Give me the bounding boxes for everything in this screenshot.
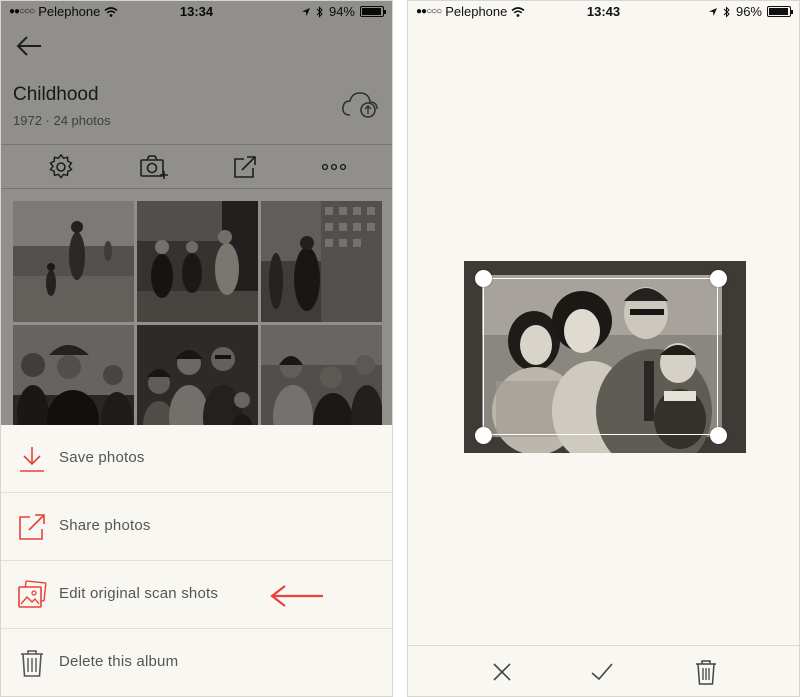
trash-icon[interactable]: [693, 659, 719, 685]
trash-icon: [21, 650, 43, 677]
battery-fill: [769, 8, 789, 15]
crop-handle-top-left[interactable]: [475, 270, 492, 287]
share-photos-label: Share photos: [59, 517, 151, 534]
edit-bottom-bar: [408, 645, 799, 696]
right-phone-screen: ●●○○○ Pelephone 13:43 96%: [407, 0, 800, 697]
edit-original-scan-shots-label: Edit original scan shots: [59, 585, 219, 602]
crop-handle-top-right[interactable]: [710, 270, 727, 287]
battery-icon: [767, 6, 793, 17]
crop-handle-bottom-right[interactable]: [710, 427, 727, 444]
check-icon[interactable]: [589, 659, 615, 685]
share-photos-option[interactable]: Share photos: [1, 493, 392, 561]
edit-original-scan-shots-option[interactable]: Edit original scan shots: [1, 561, 392, 629]
close-icon[interactable]: [489, 659, 515, 685]
download-icon: [20, 447, 44, 472]
share-icon: [19, 514, 45, 540]
annotation-arrow-icon: [270, 585, 323, 607]
delete-album-option[interactable]: Delete this album: [1, 629, 392, 696]
save-photos-option[interactable]: Save photos: [1, 425, 392, 493]
bluetooth-icon: [723, 5, 730, 18]
left-phone-screen: ●●○○○ Pelephone 13:34 94% Childhood 1972…: [0, 0, 393, 697]
action-sheet: Save photos Share photos Edit original s…: [1, 425, 392, 696]
dim-overlay[interactable]: [1, 1, 392, 425]
status-bar: ●●○○○ Pelephone 13:43 96%: [408, 1, 799, 23]
status-right: 96%: [708, 4, 793, 19]
crop-frame[interactable]: [483, 278, 718, 435]
crop-handle-bottom-left[interactable]: [475, 427, 492, 444]
battery-percent: 96%: [735, 4, 762, 19]
delete-album-label: Delete this album: [59, 653, 179, 670]
save-photos-label: Save photos: [59, 449, 145, 466]
photos-stack-icon: [18, 580, 47, 608]
location-icon: [708, 7, 717, 16]
